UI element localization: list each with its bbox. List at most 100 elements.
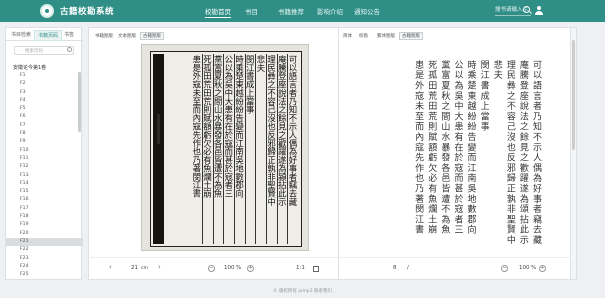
page-list-item[interactable]: F5 [6, 105, 83, 113]
zoom-in-button[interactable]: + [247, 265, 254, 272]
transcribed-text-column: 黨富夏秋之間山水暴發各邑皆遭不為魚 [439, 60, 450, 236]
page-list-item[interactable]: F4 [6, 97, 83, 105]
zoom-out-button[interactable]: − [208, 265, 215, 272]
transcribed-text-column: 庵騰登座說法之餘見之歡躍遂為頌拈此示 [517, 60, 528, 246]
transcribed-text-column: 公以為吳中大患有在於寇而甚於寇者三 [452, 60, 463, 236]
scan-text-column: 患是外寇未至而內寇先作也乃著閔江書 [191, 55, 202, 198]
scan-controls: ‹ 21 cm › − 100 % + 1:1 [88, 257, 339, 280]
footer-copyright: © 版权所有 jump3 联系我们 [273, 289, 332, 294]
tab-catalog-search[interactable]: 书目检索 [11, 31, 31, 38]
scan-text-column: 死孤田荒田荒則賦額虧欠必有魚爛土崩 [201, 54, 213, 244]
page-list-item[interactable]: F20 [6, 230, 83, 238]
scan-text-column: 黨富夏秋之間山水暴發各邑皆遭不為魚 [212, 54, 223, 244]
nav-item-intro[interactable]: 影响介绍 [317, 6, 343, 16]
user-icon[interactable] [535, 6, 543, 15]
nav-item-home[interactable]: 校勘首页 [205, 6, 231, 18]
transcribed-text-column: 悲夫 [491, 60, 502, 81]
page-list-item[interactable]: F3 [6, 89, 83, 97]
transcribed-text-column: 閔江書成上當事 [478, 60, 489, 133]
logo-icon [40, 4, 54, 18]
panel-scrollbar[interactable] [571, 27, 577, 280]
nav-item-notice[interactable]: 通知公告 [354, 6, 380, 16]
app-title: 古籍校勘系统 [60, 7, 115, 17]
tab-traditional-image[interactable]: 繁体图版 [377, 33, 395, 39]
search-icon[interactable] [67, 47, 72, 52]
tab-bookmarks[interactable]: 书签 [64, 31, 74, 38]
scan-size-unit: cm [141, 266, 148, 271]
tab-book-image[interactable]: 书籍图版 [95, 33, 113, 39]
page-list-item[interactable]: F24 [6, 263, 83, 271]
top-nav-bar: 古籍校勘系统 校勘首页 书目 书籍推荐 影响介绍 通知公告 搜书请输入ぶ [0, 0, 605, 22]
tab-ancient-image[interactable]: 古籍图版 [140, 32, 164, 40]
sidebar-scrollbar[interactable] [78, 72, 81, 132]
page-list-item[interactable]: F7 [6, 122, 83, 130]
text-zoom-unit: % [531, 265, 537, 271]
scan-text-column: 閔江書成上當事 [244, 54, 255, 244]
page-list-item[interactable]: F8 [6, 130, 83, 138]
tab-text-image[interactable]: 文本图版 [118, 33, 136, 39]
tab-collation[interactable]: 校勘 [359, 33, 368, 39]
page-list-item[interactable]: F22 [6, 246, 83, 254]
transcribed-text-column: 患是外寇未至而內寇先作也乃著閔江書 [413, 60, 424, 236]
page-list-item[interactable]: F15 [6, 188, 83, 196]
tab-ancient-image-right[interactable]: 古籍图版 [399, 32, 423, 40]
page-list-item[interactable]: F11 [6, 155, 83, 163]
transcribed-text-column: 理民彝之不容己沒也反邪歸正孰非聖賢中 [504, 60, 515, 246]
tab-simplified[interactable]: 简体 [343, 33, 352, 39]
page-list-item[interactable]: F25 [6, 271, 83, 278]
transcribed-text: 可以語言者乃知不示人偶為好事者竊去藏 庵騰登座說法之餘見之歡躍遂為頌拈此示 理民彝之… [411, 60, 542, 250]
scan-text-column: 理民彝之不容己沒也反邪歸正孰非聖賢中 [265, 54, 277, 244]
page-list-item[interactable]: F6 [6, 113, 83, 121]
page-search-input[interactable]: 搜索页码 [14, 46, 74, 55]
page-list-item[interactable]: F14 [6, 180, 83, 188]
nav-item-catalog[interactable]: 书目 [245, 6, 258, 16]
scan-zoom-unit: % [236, 265, 242, 271]
transcribed-text-column: 死孤田荒田荒則賦額虧欠必有魚爛土崩 [426, 60, 437, 236]
page-list: F1 F2 F3 F4 F5 F6 F7 F8 F9 F10 F11 F12 F13 F14 F15 F16 F… [6, 72, 83, 278]
transcribed-text-column: 可以語言者乃知不示人偶為好事者竊去藏 [531, 60, 541, 246]
page-list-item[interactable]: F12 [6, 163, 83, 171]
panel-scrollbar-thumb[interactable] [572, 40, 575, 150]
ratio-label[interactable]: 1:1 [296, 265, 305, 271]
page-list-item[interactable]: F18 [6, 213, 83, 221]
scan-text-column: 公以為吳中大患有在於寇而甚於寇者三 [223, 54, 234, 244]
fullscreen-icon[interactable] [313, 266, 319, 272]
scan-text-column: 悲夫 [255, 54, 266, 244]
scan-text-column: 庵騰登座說法之餘見之歡躍遂為潁拈此示 [276, 54, 287, 244]
page-list-item[interactable]: F23 [6, 255, 83, 263]
scan-text-column: 可以語言者乃知不示人偶為好事者竊去藏 [287, 54, 298, 244]
page-list-item[interactable]: F17 [6, 205, 83, 213]
text-zoom-in-button[interactable]: + [539, 265, 546, 272]
tab-book-pages[interactable]: 书籍页码 [34, 30, 63, 41]
app-root: 古籍校勘系统 校勘首页 书目 书籍推荐 影响介绍 通知公告 搜书请输入ぶ 书目检… [0, 0, 605, 298]
scan-image: 可以語言者乃知不示人偶為好事者竊去藏 庵騰登座說法之餘見之歡躍遂為潁拈此示 理民彝之… [141, 44, 309, 251]
page-separator: / [407, 265, 409, 271]
transcribed-text-column: 時乘楚東越紛紛告變而江南吳地數郡向 [465, 60, 476, 236]
search-icon[interactable] [523, 6, 530, 13]
scan-spine [153, 54, 164, 244]
page-list-item[interactable]: F19 [6, 221, 83, 229]
page-list-item[interactable]: F21 [6, 237, 83, 247]
page-list-item[interactable]: F10 [6, 147, 83, 155]
page-list-item[interactable]: F13 [6, 172, 83, 180]
next-page-arrow-icon[interactable]: › [158, 263, 161, 271]
page-list-item[interactable]: F9 [6, 138, 83, 146]
scan-text-column: 時乘楚東越紛紛告變而江南吳地數郡向 [233, 54, 245, 244]
text-panel-tabs: 简体 校勘 繁体图版 古籍图版 [339, 28, 570, 42]
text-zoom-percent: 100 [519, 265, 530, 271]
scan-text-columns: 可以語言者乃知不示人偶為好事者竊去藏 庵騰登座說法之餘見之歡躍遂為潁拈此示 理民彝之… [191, 54, 298, 244]
volume-title: 安徽论今第1卷 [13, 65, 47, 71]
current-page-number[interactable]: 8 [393, 265, 397, 271]
page-list-item[interactable]: F2 [6, 80, 83, 88]
nav-item-recommend[interactable]: 书籍推荐 [278, 6, 304, 16]
sidebar: 书目检索 书籍页码 书签 搜索页码 安徽论今第1卷 F1 F2 F3 F4 F5 F6 F7… [5, 27, 83, 280]
page-list-item[interactable]: F1 [6, 72, 83, 80]
prev-page-arrow-icon[interactable]: ‹ [109, 263, 112, 271]
scan-size-value: 21 [131, 265, 138, 271]
scan-panel-tabs: 书籍图版 文本图版 古籍图版 [89, 28, 338, 42]
scan-page-frame: 可以語言者乃知不示人偶為好事者竊去藏 庵騰登座說法之餘見之歡躍遂為潁拈此示 理民彝之… [150, 51, 302, 247]
page-list-item[interactable]: F16 [6, 196, 83, 204]
scan-zoom-percent: 100 [224, 265, 235, 271]
text-zoom-out-button[interactable]: − [501, 265, 508, 272]
sidebar-tabs: 书目检索 书籍页码 书签 [6, 28, 83, 41]
